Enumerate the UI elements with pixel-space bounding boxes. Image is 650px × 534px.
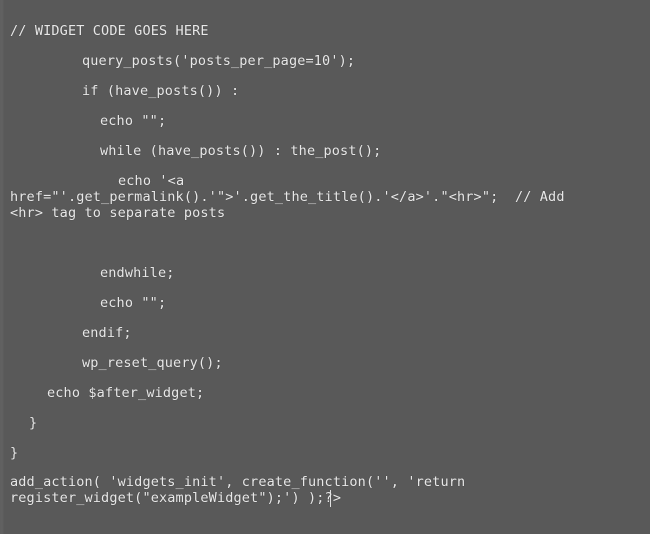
code-line: add_action( 'widgets_init', create_funct… <box>10 474 466 490</box>
code-line: // WIDGET CODE GOES HERE <box>10 23 209 39</box>
code-line: wp_reset_query(); <box>82 355 223 371</box>
code-line: echo ""; <box>100 113 167 129</box>
code-line: endif; <box>82 325 132 341</box>
text-cursor-caret <box>330 490 331 507</box>
code-line-wrapped: href="'.get_permalink().'">'.get_the_tit… <box>10 189 565 205</box>
code-line: endwhile; <box>100 265 175 281</box>
code-line: while (have_posts()) : the_post(); <box>100 143 382 159</box>
code-text-area[interactable]: // WIDGET CODE GOES HERE query_posts('po… <box>0 0 650 534</box>
code-line: query_posts('posts_per_page=10'); <box>82 53 356 69</box>
code-line-wrapped: register_widget("exampleWidget");') );?> <box>10 490 342 506</box>
code-line: echo ""; <box>100 295 167 311</box>
code-line: if (have_posts()) : <box>82 83 240 99</box>
code-editor-window: // WIDGET CODE GOES HERE query_posts('po… <box>0 0 650 534</box>
code-line-wrapped: <hr> tag to separate posts <box>10 205 226 221</box>
code-line: echo '<a <box>118 173 185 189</box>
code-line: } <box>10 445 19 461</box>
code-line: echo $after_widget; <box>47 385 205 401</box>
code-line: } <box>29 415 38 431</box>
